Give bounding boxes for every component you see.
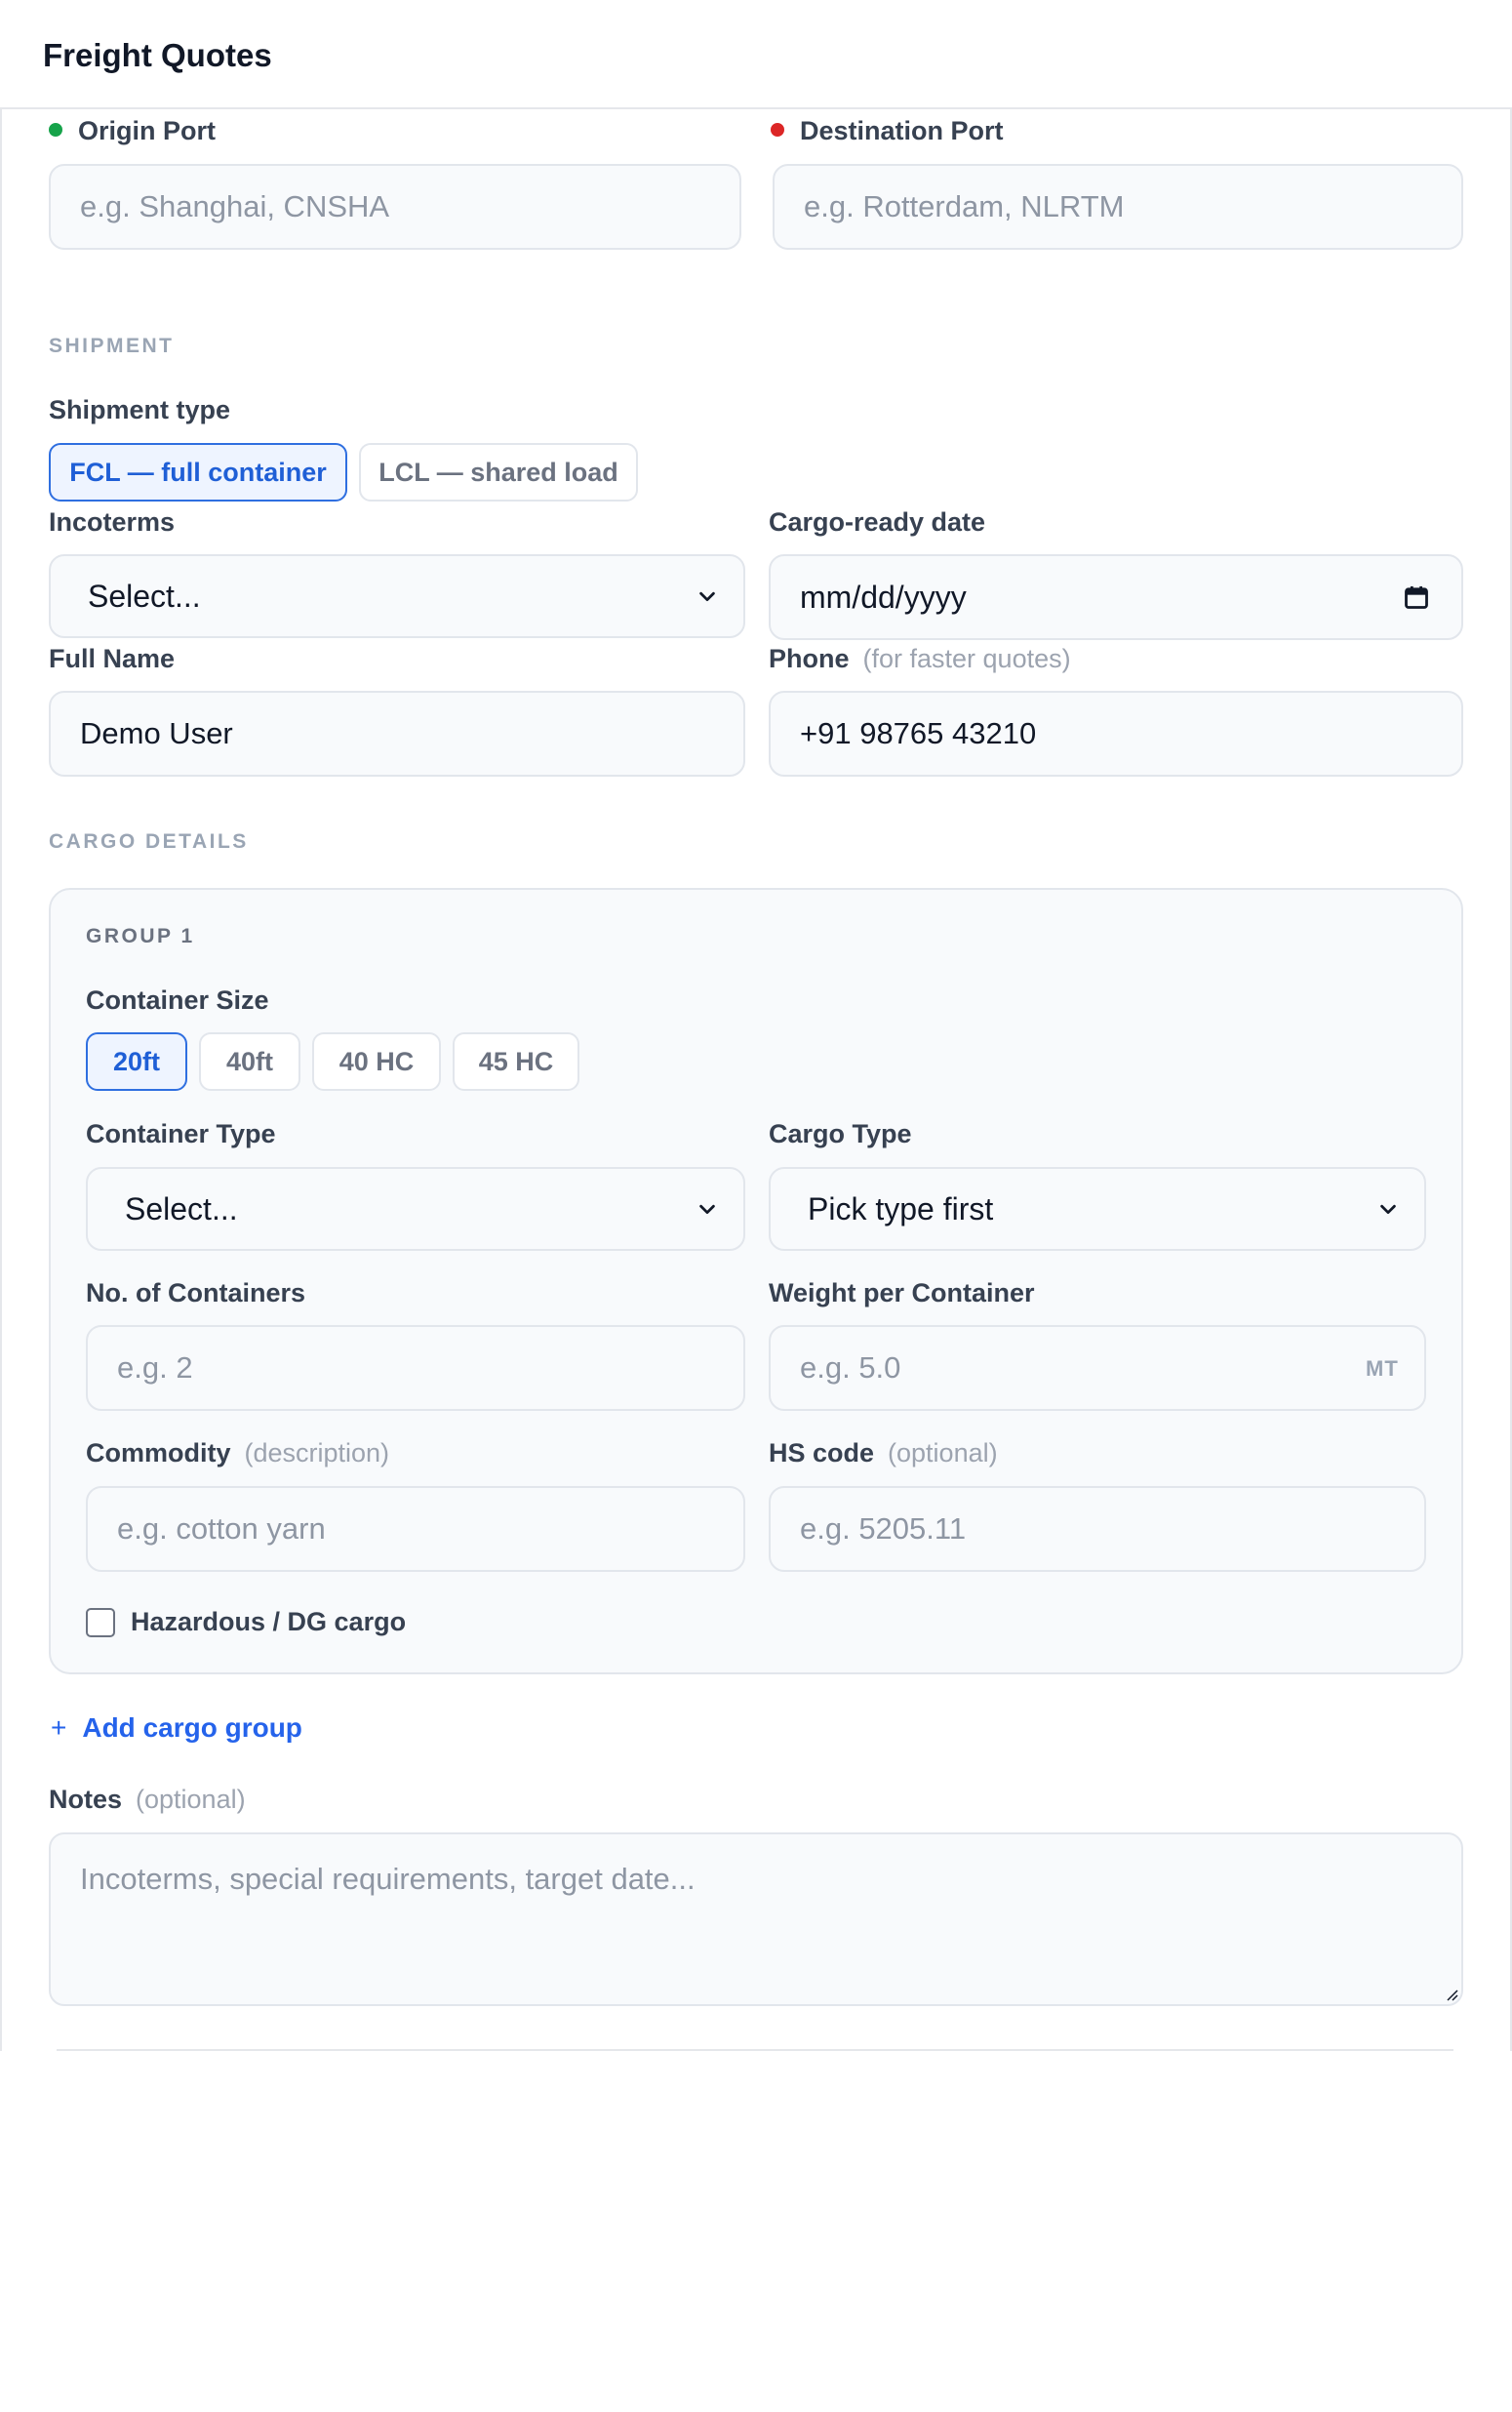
weight-per-container-label: Weight per Container <box>769 1278 1035 1307</box>
app-header: Freight Quotes <box>0 0 1512 109</box>
incoterms-select[interactable]: Select... <box>49 554 745 638</box>
commodity-label: Commodity (description) <box>86 1438 390 1467</box>
origin-port-label: Origin Port <box>49 116 216 146</box>
notes-textarea[interactable] <box>49 1832 1463 2006</box>
shipment-type-lcl-button[interactable]: LCL — shared load <box>359 443 638 502</box>
container-size-label: Container Size <box>86 985 269 1015</box>
chevron-down-icon <box>699 1204 715 1215</box>
num-containers-label: No. of Containers <box>86 1278 306 1307</box>
container-size-20ft-button[interactable]: 20ft <box>86 1032 187 1091</box>
full-name-input[interactable] <box>49 691 745 777</box>
full-name-label: Full Name <box>49 644 176 673</box>
hs-code-input[interactable] <box>769 1486 1426 1572</box>
container-type-select[interactable]: Select... <box>86 1167 745 1251</box>
calendar-icon[interactable] <box>1403 583 1430 611</box>
origin-dot-icon <box>49 122 62 137</box>
destination-dot-icon <box>771 122 784 137</box>
cargo-type-label: Cargo Type <box>769 1119 912 1148</box>
weight-unit-badge: MT <box>1366 1356 1399 1381</box>
chevron-down-icon <box>699 591 715 602</box>
plus-icon: + <box>51 1712 67 1743</box>
cargo-ready-date-input[interactable]: mm/dd/yyyy <box>769 554 1463 640</box>
cargo-ready-date-label: Cargo-ready date <box>769 507 986 537</box>
hs-code-label: HS code (optional) <box>769 1438 998 1467</box>
cargo-group-title: GROUP 1 <box>86 925 195 947</box>
weight-per-container-input[interactable] <box>769 1325 1426 1411</box>
notes-label: Notes (optional) <box>49 1785 246 1814</box>
section-title-shipment: SHIPMENT <box>49 335 175 357</box>
container-type-label: Container Type <box>86 1119 276 1148</box>
section-title-cargo-details: CARGO DETAILS <box>49 830 249 853</box>
hazardous-label: Hazardous / DG cargo <box>131 1607 407 1636</box>
destination-port-input[interactable] <box>773 164 1463 250</box>
commodity-input[interactable] <box>86 1486 745 1572</box>
cargo-type-select[interactable]: Pick type first <box>769 1167 1426 1251</box>
container-size-40ft-button[interactable]: 40ft <box>199 1032 300 1091</box>
shipment-type-label: Shipment type <box>49 395 231 424</box>
num-containers-input[interactable] <box>86 1325 745 1411</box>
hazardous-checkbox[interactable] <box>86 1608 115 1637</box>
phone-input[interactable] <box>769 691 1463 777</box>
container-size-40hc-button[interactable]: 40 HC <box>312 1032 441 1091</box>
incoterms-label: Incoterms <box>49 507 176 537</box>
phone-label: Phone (for faster quotes) <box>769 644 1071 673</box>
page-title: Freight Quotes <box>43 37 272 73</box>
origin-port-input[interactable] <box>49 164 741 250</box>
add-cargo-group-button[interactable]: + Add cargo group <box>51 1712 302 1744</box>
container-size-45hc-button[interactable]: 45 HC <box>453 1032 579 1091</box>
resize-handle-icon[interactable] <box>1444 1987 1459 2002</box>
shipment-type-fcl-button[interactable]: FCL — full container <box>49 443 347 502</box>
form-divider <box>57 2049 1453 2051</box>
chevron-down-icon <box>1380 1204 1396 1215</box>
destination-port-label: Destination Port <box>771 116 1004 146</box>
